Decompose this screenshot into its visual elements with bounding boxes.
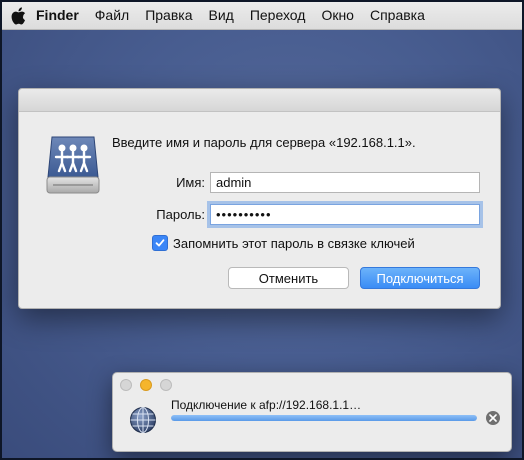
menu-edit[interactable]: Правка [137,2,200,29]
cancel-button[interactable]: Отменить [228,267,349,289]
menu-window[interactable]: Окно [313,2,362,29]
menu-go[interactable]: Переход [242,2,314,29]
name-label: Имя: [176,175,205,190]
checkmark-icon [155,239,165,247]
remember-label[interactable]: Запомнить этот пароль в связке ключей [173,236,415,251]
password-label: Пароль: [156,207,205,222]
close-window-button[interactable] [120,379,132,391]
auth-dialog: Введите имя и пароль для сервера «192.16… [18,88,501,309]
shared-server-icon [43,133,103,199]
menu-help[interactable]: Справка [362,2,433,29]
zoom-window-button[interactable] [160,379,172,391]
remember-option[interactable]: Запомнить этот пароль в связке ключей [152,235,415,251]
name-field[interactable] [210,172,480,193]
connection-progress-window: Подключение к afp://192.168.1.1… [112,372,512,452]
menu-finder[interactable]: Finder [32,2,87,29]
progress-bar-fill [171,415,477,421]
menu-view[interactable]: Вид [201,2,242,29]
apple-logo-icon[interactable] [10,6,32,25]
dialog-titlebar[interactable] [19,89,500,112]
network-globe-icon [129,406,157,434]
menu-file[interactable]: Файл [87,2,137,29]
auth-prompt: Введите имя и пароль для сервера «192.16… [112,135,416,150]
progress-bar [171,415,477,421]
progress-status-text: Подключение к afp://192.168.1.1… [171,398,362,412]
remember-checkbox[interactable] [152,235,168,251]
minimize-window-button[interactable] [140,379,152,391]
desktop: Finder Файл Правка Вид Переход Окно Спра… [2,2,522,458]
menu-bar: Finder Файл Правка Вид Переход Окно Спра… [2,2,522,30]
stop-icon[interactable] [486,411,500,425]
password-field[interactable] [210,204,480,225]
connect-button[interactable]: Подключиться [360,267,480,289]
